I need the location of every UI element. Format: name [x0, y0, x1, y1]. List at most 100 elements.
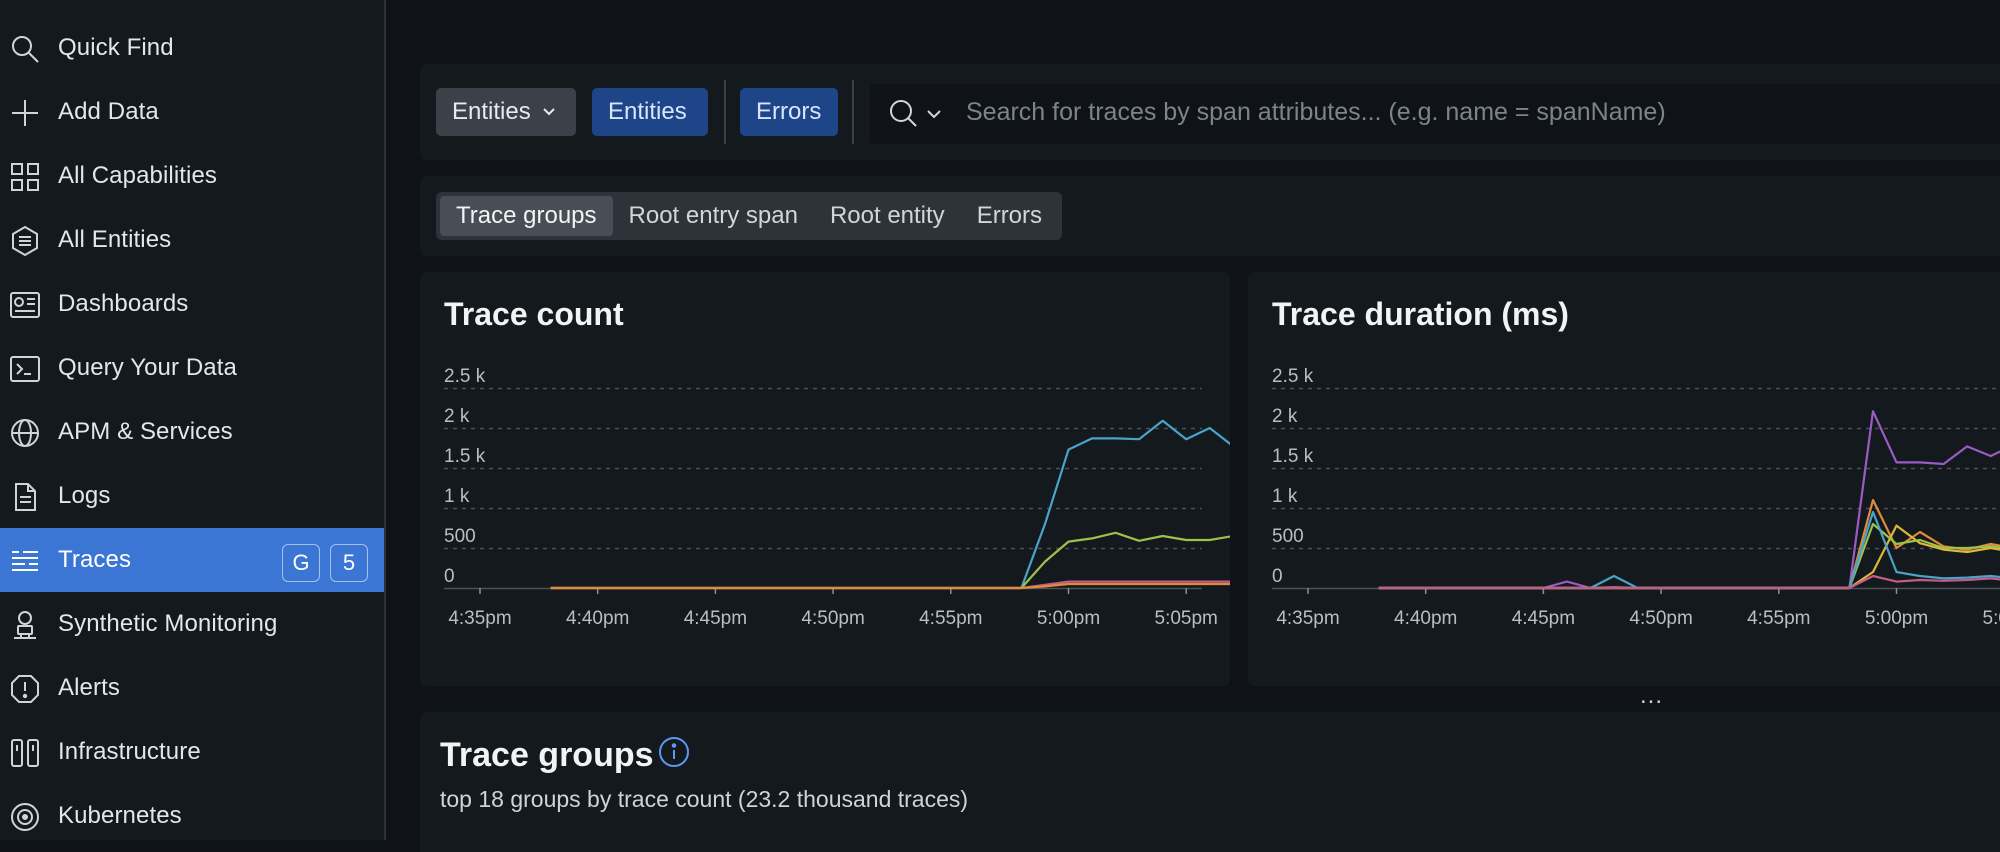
series-line[interactable]	[1378, 524, 2000, 590]
alert-icon	[8, 672, 42, 706]
divider	[852, 80, 854, 144]
x-tick-label: 4:40pm	[566, 608, 629, 629]
y-tick-label: 0	[1272, 566, 1283, 587]
grid-icon	[8, 160, 42, 194]
terminal-icon	[8, 352, 42, 386]
x-tick-label: 4:35pm	[1276, 608, 1339, 629]
y-tick-label: 500	[1272, 526, 1304, 547]
series-line[interactable]	[1378, 510, 2000, 590]
entities-dropdown[interactable]: Entities	[436, 88, 576, 136]
infrastructure-icon	[8, 736, 42, 770]
entities-filter-chip[interactable]: Entities	[592, 88, 708, 136]
x-tick-label: 5:00pm	[1037, 608, 1100, 629]
series-line[interactable]	[550, 582, 1230, 590]
series-line[interactable]	[1378, 574, 2000, 590]
x-tick-label: 5:00pm	[1865, 608, 1928, 629]
y-tick-label: 2.5 k	[1272, 366, 1314, 387]
y-tick-label: 1 k	[444, 486, 470, 507]
search-input[interactable]: Search for traces by span attributes... …	[870, 84, 2000, 144]
tab-trace-groups[interactable]: Trace groups	[440, 196, 613, 236]
nav-item-infrastructure[interactable]: Infrastructure	[0, 720, 384, 784]
tab-root-entity[interactable]: Root entity	[814, 196, 961, 236]
nav-item-label: All Entities	[58, 226, 172, 253]
robot-icon	[8, 608, 42, 642]
entities-icon	[8, 224, 42, 258]
nav-item-label: Quick Find	[58, 34, 174, 61]
nav-item-label: Synthetic Monitoring	[58, 610, 278, 637]
chevron-down-icon[interactable]	[926, 106, 942, 122]
nav-item-label: Add Data	[58, 98, 159, 125]
entities-dropdown-label: Entities	[452, 98, 531, 125]
nav-item-add-data[interactable]: Add Data	[0, 80, 384, 144]
entities-chip-label: Entities	[608, 98, 687, 125]
nav-item-label: Dashboards	[58, 290, 189, 317]
trace-duration-chart[interactable]: 0 500 1 k 1.5 k 2 k 2.5 k 4:35pm 4:40pm 4:45pm 4:…	[1248, 272, 2000, 686]
nav-item-label: Infrastructure	[58, 738, 201, 765]
traces-icon	[8, 544, 42, 578]
series-line[interactable]	[1378, 410, 2000, 590]
nav-item-label: Alerts	[58, 674, 120, 701]
x-tick-label: 4:50pm	[1629, 608, 1692, 629]
nav-item-label: APM & Services	[58, 418, 233, 445]
nav-item-kubernetes[interactable]: Kubernetes	[0, 784, 384, 848]
y-tick-label: 2.5 k	[444, 366, 486, 387]
x-tick-label: 4:45pm	[684, 608, 747, 629]
globe-icon	[8, 416, 42, 450]
nav-item-label: All Capabilities	[58, 162, 218, 189]
dashboard-icon	[8, 288, 42, 322]
y-tick-label: 2 k	[1272, 406, 1298, 427]
y-tick-label: 2 k	[444, 406, 470, 427]
series-line[interactable]	[550, 531, 1230, 590]
x-tick-label: 4:45pm	[1512, 608, 1575, 629]
y-tick-label: 1 k	[1272, 486, 1298, 507]
y-tick-label: 1.5 k	[444, 446, 486, 467]
nav-item-all-capabilities[interactable]: All Capabilities	[0, 144, 384, 208]
x-tick-label: 5:05pm	[1983, 608, 2000, 629]
shortcut-key-5: 5	[330, 544, 368, 582]
trace-groups-panel	[420, 712, 2000, 852]
nav-item-all-entities[interactable]: All Entities	[0, 208, 384, 272]
tab-root-entry-span[interactable]: Root entry span	[613, 196, 814, 236]
x-tick-label: 4:35pm	[448, 608, 511, 629]
info-icon[interactable]	[658, 736, 690, 768]
nav-item-label: Kubernetes	[58, 802, 182, 829]
left-navigation-sidebar: Quick Find Add Data All Capabilities All…	[0, 0, 386, 840]
nav-item-label: Logs	[58, 482, 111, 509]
view-tabs: Trace groups Root entry span Root entity…	[436, 192, 1063, 240]
search-icon	[8, 32, 42, 66]
nav-item-apm-services[interactable]: APM & Services	[0, 400, 384, 464]
nav-item-label: Query Your Data	[58, 354, 237, 381]
shortcut-key-g: G	[282, 544, 320, 582]
search-icon[interactable]	[888, 98, 920, 130]
kubernetes-icon	[8, 800, 42, 834]
series-line[interactable]	[550, 419, 1230, 590]
nav-item-logs[interactable]: Logs	[0, 464, 384, 528]
trace-groups-subtitle: top 18 groups by trace count (23.2 thous…	[440, 786, 969, 812]
nav-item-alerts[interactable]: Alerts	[0, 656, 384, 720]
search-placeholder: Search for traces by span attributes... …	[966, 98, 1666, 126]
trace-groups-title: Trace groups	[440, 736, 654, 774]
nav-item-traces[interactable]: Traces G 5	[0, 528, 384, 592]
x-tick-label: 4:55pm	[1747, 608, 1810, 629]
x-tick-label: 5:05pm	[1155, 608, 1218, 629]
chevron-down-icon	[541, 104, 557, 120]
nav-item-synthetic-monitoring[interactable]: Synthetic Monitoring	[0, 592, 384, 656]
y-tick-label: 500	[444, 526, 476, 547]
nav-item-label: Traces	[58, 546, 132, 573]
errors-chip-label: Errors	[756, 98, 822, 125]
document-icon	[8, 480, 42, 514]
resize-handle[interactable]: ...	[1640, 682, 1663, 710]
errors-filter-chip[interactable]: Errors	[740, 88, 838, 136]
y-tick-label: 1.5 k	[1272, 446, 1314, 467]
x-tick-label: 4:55pm	[919, 608, 982, 629]
nav-item-dashboards[interactable]: Dashboards	[0, 272, 384, 336]
plus-icon	[8, 96, 42, 130]
y-tick-label: 0	[444, 566, 455, 587]
x-tick-label: 4:50pm	[801, 608, 864, 629]
divider	[724, 80, 726, 144]
tab-errors[interactable]: Errors	[961, 196, 1058, 236]
nav-item-quick-find[interactable]: Quick Find	[0, 16, 384, 80]
nav-item-query-your-data[interactable]: Query Your Data	[0, 336, 384, 400]
x-tick-label: 4:40pm	[1394, 608, 1457, 629]
trace-count-chart[interactable]: 0 500 1 k 1.5 k 2 k 2.5 k 4:35pm 4:40pm 4:45pm 4:…	[420, 272, 1230, 686]
